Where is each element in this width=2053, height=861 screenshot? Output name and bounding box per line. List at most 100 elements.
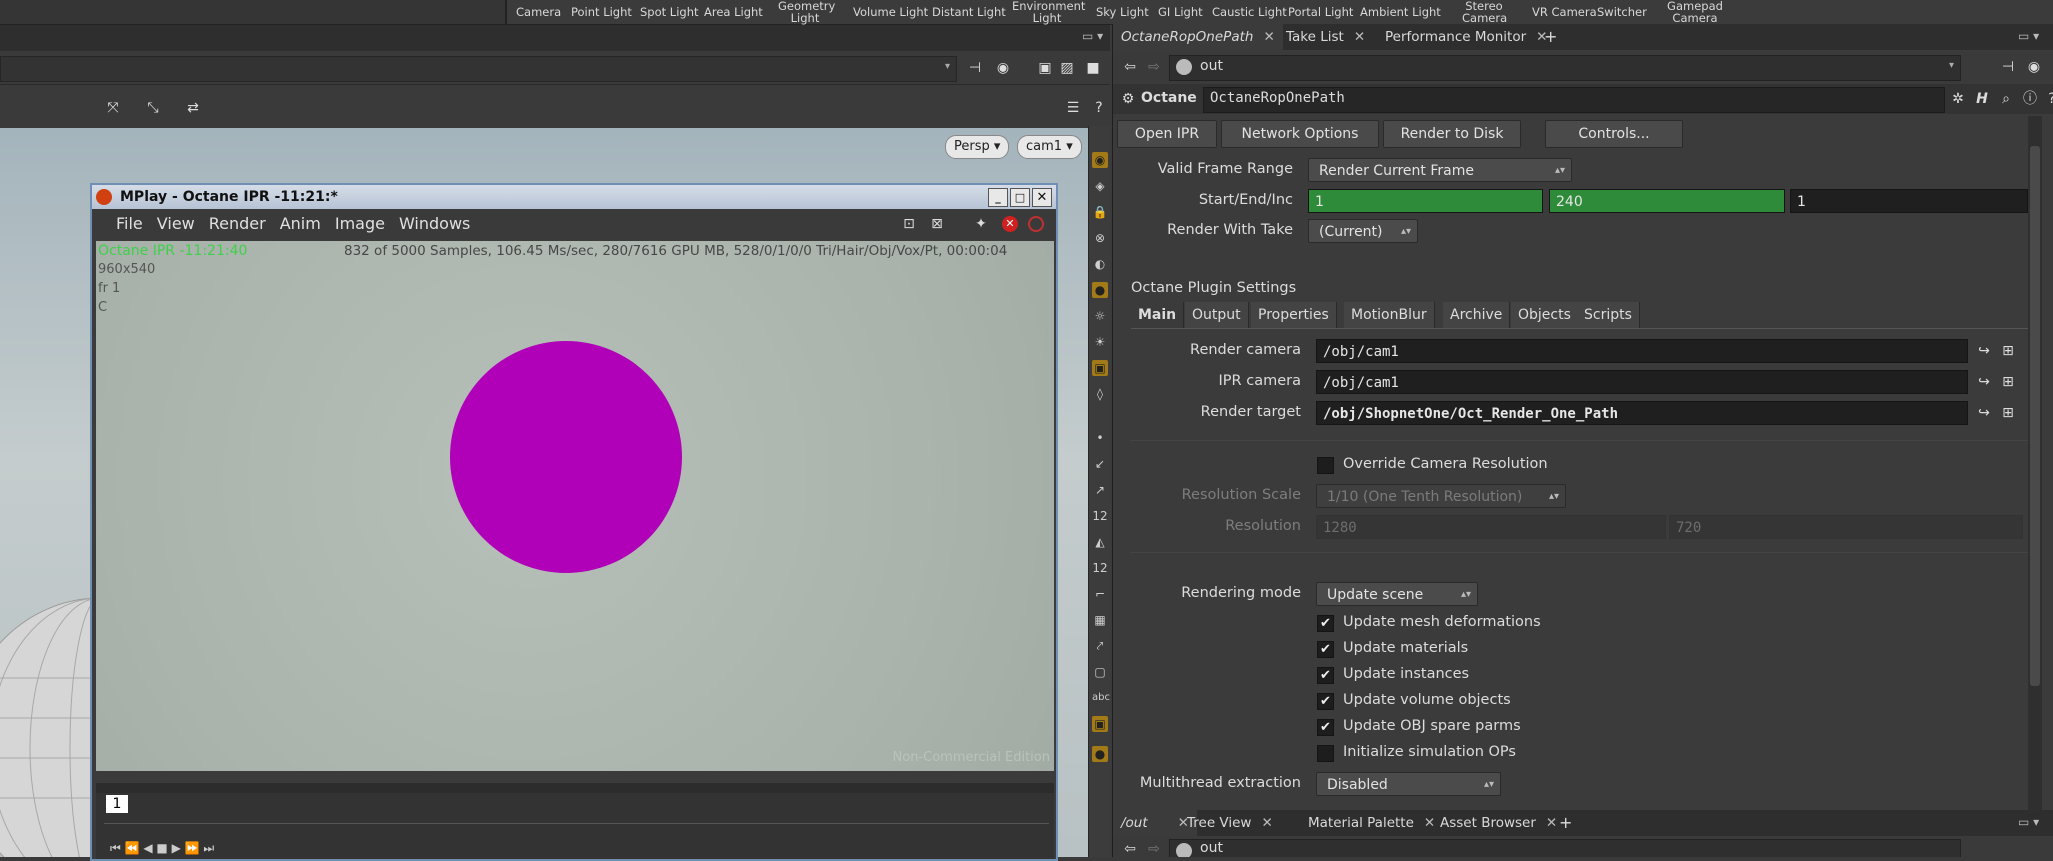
background-image-icon[interactable]: ▣ [1092,716,1108,732]
pane-menu-icon[interactable]: ▭ ▾ [1082,29,1103,43]
forward-icon[interactable]: ⇨ [1145,840,1163,857]
hull-icon[interactable]: ⌐ [1092,586,1108,602]
subtab-archive[interactable]: Archive [1443,302,1511,328]
mplay-titlebar[interactable]: MPlay - Octane IPR -11:21:* _ □ ✕ [92,185,1056,209]
info-icon[interactable]: ⓘ [2021,90,2039,108]
maximize-icon[interactable]: □ [1010,188,1030,207]
controls-button[interactable]: Controls... [1545,120,1683,148]
help-icon[interactable]: ? [1090,99,1108,117]
close-tab-icon[interactable]: ✕ [1261,815,1272,831]
shelf-tool-gi-light[interactable]: GI Light [1158,6,1203,18]
menu-view[interactable]: View [157,209,195,239]
initialize-simulation-ops-checkbox[interactable] [1317,745,1334,762]
shelf-tool-vr-camera[interactable]: VR Camera [1532,6,1597,18]
lock-icon[interactable]: 🔒 [1092,204,1108,220]
normal-icon[interactable]: ↗ [1092,482,1108,498]
menu-render[interactable]: Render [209,209,266,239]
help-icon[interactable]: ? [2043,90,2053,108]
shading-icon[interactable]: ◐ [1092,256,1108,272]
persp-menu[interactable]: Persp ▾ [945,135,1010,159]
shelf-tool-camera[interactable]: Camera [516,6,561,18]
tab-asset-browser[interactable]: Asset Browser ✕ [1432,810,1565,836]
menu-anim[interactable]: Anim [280,209,321,239]
jump-to-node-icon[interactable]: ↪ [1975,404,1993,422]
timeline-track[interactable] [104,823,1049,824]
close-icon[interactable]: ✕ [1032,188,1052,207]
path-field[interactable]: out ▾ [1169,55,1961,81]
network-path-field[interactable]: out [1169,839,1961,857]
help-h-icon[interactable]: H [1973,90,1991,108]
render-target-field[interactable]: /obj/ShopnetOne/Oct_Render_One_Path [1316,401,1968,425]
panel-layout-icon[interactable]: ■ [1084,59,1102,77]
shelf-tool-volume-light[interactable]: Volume Light [853,6,928,18]
camera-view-icon[interactable]: ▣ [1092,360,1108,376]
update-volume-objects-checkbox[interactable]: ✔ [1317,693,1334,710]
forward-icon[interactable]: ⇨ [1145,58,1163,76]
gear-icon[interactable]: ✲ [1949,90,1967,108]
update-materials-checkbox[interactable]: ✔ [1317,641,1334,658]
ipr-camera-field[interactable]: /obj/cam1 [1316,370,1968,394]
record-icon[interactable] [1028,216,1044,232]
valid-frame-range-dropdown[interactable]: Render Current Frame ▴▾ [1308,158,1572,182]
tab-tree-view[interactable]: Tree View ✕ [1179,810,1281,836]
stop-render-icon[interactable]: ✕ [1002,216,1018,232]
chooser-icon[interactable]: ⊞ [1999,342,2017,360]
point-icon[interactable]: • [1092,430,1108,446]
lightbulb-icon[interactable]: ● [1092,746,1108,762]
backface-icon[interactable]: ▢ [1092,664,1108,680]
network-options-button[interactable]: Network Options [1221,120,1379,148]
handle-tool-icon[interactable]: ⇄ [184,99,202,117]
point-number-icon[interactable]: 12 [1092,508,1108,524]
tab-performance-monitor[interactable]: Performance Monitor ✕ [1377,24,1555,50]
light-bulb-icon[interactable]: ● [1092,282,1108,298]
shelf-tool-geometry-light[interactable]: Geometry Light [778,0,835,24]
ghost-icon[interactable]: ◉ [1092,152,1108,168]
add-tab-icon[interactable]: + [1544,27,1557,46]
light-icon[interactable]: ☼ [1092,308,1108,324]
inc-frame-field[interactable]: 1 [1790,189,2028,213]
pin-icon[interactable]: ⊣ [966,59,984,77]
render-camera-field[interactable]: /obj/cam1 [1316,339,1968,363]
resolution-y-field[interactable]: 720 [1669,515,2023,539]
fit-view-icon[interactable]: ⊡ [900,215,918,233]
shelf-tool-distant-light[interactable]: Distant Light [932,6,1006,18]
menu-windows[interactable]: Windows [399,209,470,239]
render-to-disk-button[interactable]: Render to Disk [1383,120,1521,148]
shelf-tool-portal-light[interactable]: Portal Light [1288,6,1353,18]
shelf-tool-gamepad-camera[interactable]: Gamepad Camera [1664,0,1726,24]
menu-file[interactable]: File [116,209,143,239]
pane-menu-icon[interactable]: ▭ ▾ [2018,815,2039,829]
subtab-output[interactable]: Output [1185,302,1249,328]
override-camera-resolution-checkbox[interactable] [1317,457,1334,474]
render-view-icon[interactable]: ▨ [1058,59,1076,77]
tab-octane-rop[interactable]: OctaneRopOnePath ✕ [1113,24,1283,50]
headlight-icon[interactable]: ☀ [1092,334,1108,350]
frame-number[interactable]: 1 [106,795,128,813]
update-instances-checkbox[interactable]: ✔ [1317,667,1334,684]
jump-to-node-icon[interactable]: ↪ [1975,373,1993,391]
search-icon[interactable]: ⌕ [1997,90,2015,108]
shelf-tool-area-light[interactable]: Area Light [704,6,763,18]
open-ipr-button[interactable]: Open IPR [1117,120,1217,148]
playback-controls-icon[interactable]: ⏮ ⏪ ◀ ■ ▶ ⏩ ⏭ [110,841,214,856]
shelf-tool-environment-light[interactable]: Environment Light [1012,0,1085,24]
chooser-icon[interactable]: ⊞ [1999,404,2017,422]
update-mesh-deformations-checkbox[interactable]: ✔ [1317,615,1334,632]
snap-icon[interactable]: ◈ [1092,178,1108,194]
start-frame-field[interactable]: 1 [1308,189,1543,213]
visibility-icon[interactable]: ◊ [1092,386,1108,402]
update-obj-spare-parms-checkbox[interactable]: ✔ [1317,719,1334,736]
edge-icon[interactable]: ↙ [1092,456,1108,472]
shelf-tool-ambient-light[interactable]: Ambient Light [1360,6,1441,18]
viewport-path-field[interactable]: ▾ [0,56,957,82]
prim-icon[interactable]: ◭ [1092,534,1108,550]
subtab-main[interactable]: Main [1131,302,1185,328]
camera-menu[interactable]: cam1 ▾ [1017,135,1082,159]
render-image-area[interactable]: Octane IPR -11:21:40 960x540 fr 1 C 832 … [96,241,1054,771]
close-tab-icon[interactable]: ✕ [1263,29,1274,45]
multithread-extraction-dropdown[interactable]: Disabled ▴▾ [1316,772,1501,796]
jump-to-node-icon[interactable]: ↪ [1975,342,1993,360]
link-icon[interactable]: ◉ [994,59,1012,77]
pane-menu-icon[interactable]: ▭ ▾ [2018,29,2039,43]
close-tab-icon[interactable]: ✕ [1354,29,1365,45]
